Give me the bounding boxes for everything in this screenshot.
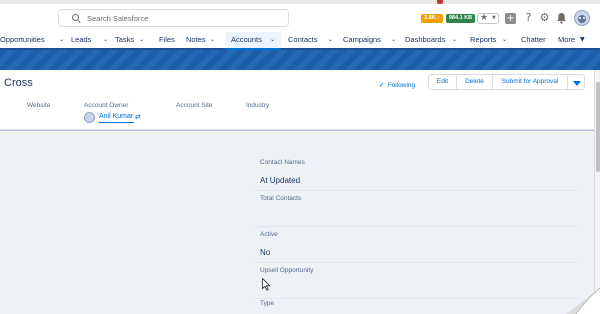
chevron-down-icon[interactable]: ⌄ [210, 32, 215, 48]
nav-label: Notes [186, 35, 206, 44]
nav-item-notes[interactable]: Notes ⌄ [186, 32, 223, 48]
nav-label: Opportunities [0, 35, 45, 44]
type-label: Type [260, 300, 275, 307]
nav-item-dashboards[interactable]: Dashboards ⌄ [405, 32, 463, 48]
record-header: Cross ✓ Following Edit Delete Submit for … [0, 70, 594, 130]
nav-item-contacts[interactable]: Contacts ⌄ [288, 32, 338, 48]
nav-label: Campaigns [343, 35, 381, 44]
nav-label: Tasks [115, 35, 135, 44]
following-label: Following [387, 82, 416, 89]
following-button[interactable]: ✓ Following [373, 77, 421, 93]
header-pattern-band [0, 50, 600, 70]
user-avatar[interactable] [574, 10, 590, 26]
industry-label: Industry [246, 102, 270, 109]
more-actions-button[interactable] [567, 74, 585, 90]
nav-item-more[interactable]: More ▼ [558, 32, 592, 48]
owner-link-underline [99, 122, 134, 123]
memory-usage-badge: 984.1 KB [446, 14, 475, 23]
nav-label: Accounts [231, 35, 262, 44]
field-divider [254, 279, 579, 299]
navigation-bar: Opportunities ⌄ Leads ⌄ Tasks ⌄ Files No… [0, 32, 600, 50]
search-icon [72, 14, 79, 21]
active-label: Active [260, 231, 278, 238]
nav-item-campaigns[interactable]: Campaigns ⌄ [343, 32, 401, 48]
gear-icon[interactable]: ⚙ [538, 11, 551, 24]
account-site-label: Account Site [176, 102, 213, 109]
chevron-down-icon[interactable]: ⌄ [103, 32, 108, 48]
caret-down-icon [573, 81, 581, 86]
avatar [84, 112, 95, 123]
website-label: Website [27, 102, 51, 109]
nav-label: Chatter [521, 35, 546, 44]
search-box[interactable]: Search Salesforce [58, 9, 289, 27]
nav-label: More [558, 35, 576, 44]
caret-down-icon: ▼ [580, 36, 585, 43]
nav-item-files[interactable]: Files [159, 32, 181, 48]
chevron-down-icon[interactable]: ⌄ [328, 32, 333, 48]
field-divider [254, 171, 579, 191]
record-title: Cross [4, 77, 33, 89]
nav-label: Files [159, 35, 175, 44]
account-owner-label: Account Owner [84, 102, 129, 109]
nav-label: Dashboards [405, 35, 446, 44]
nav-item-reports[interactable]: Reports ⌄ [470, 32, 514, 48]
chevron-down-icon[interactable]: ⌄ [391, 32, 396, 48]
submit-for-approval-button[interactable]: Submit for Approval [492, 74, 568, 90]
nav-item-chatter[interactable]: Chatter [521, 32, 551, 48]
chevron-down-icon[interactable]: ⌄ [139, 32, 144, 48]
bell-icon[interactable] [555, 11, 568, 24]
nav-label: Contacts [288, 35, 318, 44]
nav-label: Reports [470, 35, 497, 44]
total-contacts-label: Total Contacts [260, 195, 302, 202]
change-owner-icon[interactable]: ⇄ [135, 113, 141, 121]
help-icon[interactable]: ? [522, 11, 535, 24]
favorites-button[interactable]: ★ ▼ [477, 13, 499, 24]
chevron-down-icon[interactable]: ⌄ [502, 32, 507, 48]
edit-button[interactable]: Edit [428, 74, 457, 90]
field-divider [254, 243, 579, 263]
contact-names-label: Contact Names [260, 159, 305, 166]
search-input[interactable]: Search Salesforce [87, 14, 148, 23]
vertical-scrollbar[interactable] [594, 70, 600, 314]
nav-item-tasks[interactable]: Tasks ⌄ [115, 32, 155, 48]
field-divider [254, 207, 579, 227]
owner-link[interactable]: Anil Kumar [99, 113, 133, 120]
page-curl [566, 288, 600, 314]
scrollbar-thumb[interactable] [596, 82, 600, 172]
chevron-down-icon[interactable]: ⌄ [270, 32, 275, 48]
upsell-opportunity-label: Upsell Opportunity [260, 267, 314, 274]
cpu-usage-badge: 3.8K ↑ [421, 14, 443, 23]
chevron-down-icon[interactable]: ⌄ [452, 32, 457, 48]
details-panel: Contact Names At Updated Total Contacts … [0, 131, 594, 314]
delete-button[interactable]: Delete [456, 74, 493, 90]
nav-item-opportunities[interactable]: Opportunities ⌄ [0, 32, 70, 48]
global-header: Search Salesforce 3.8K ↑ 984.1 KB ★ ▼ + … [0, 4, 600, 32]
nav-label: Leads [71, 35, 92, 44]
chevron-down-icon[interactable]: ⌄ [59, 32, 64, 48]
check-icon: ✓ [378, 81, 385, 89]
nav-item-leads[interactable]: Leads ⌄ [70, 32, 114, 48]
chevron-down-icon: ▼ [492, 15, 496, 21]
nav-item-accounts[interactable]: Accounts ⌄ [225, 32, 281, 50]
global-actions-button[interactable]: + [505, 13, 516, 24]
star-icon: ★ [480, 13, 489, 23]
